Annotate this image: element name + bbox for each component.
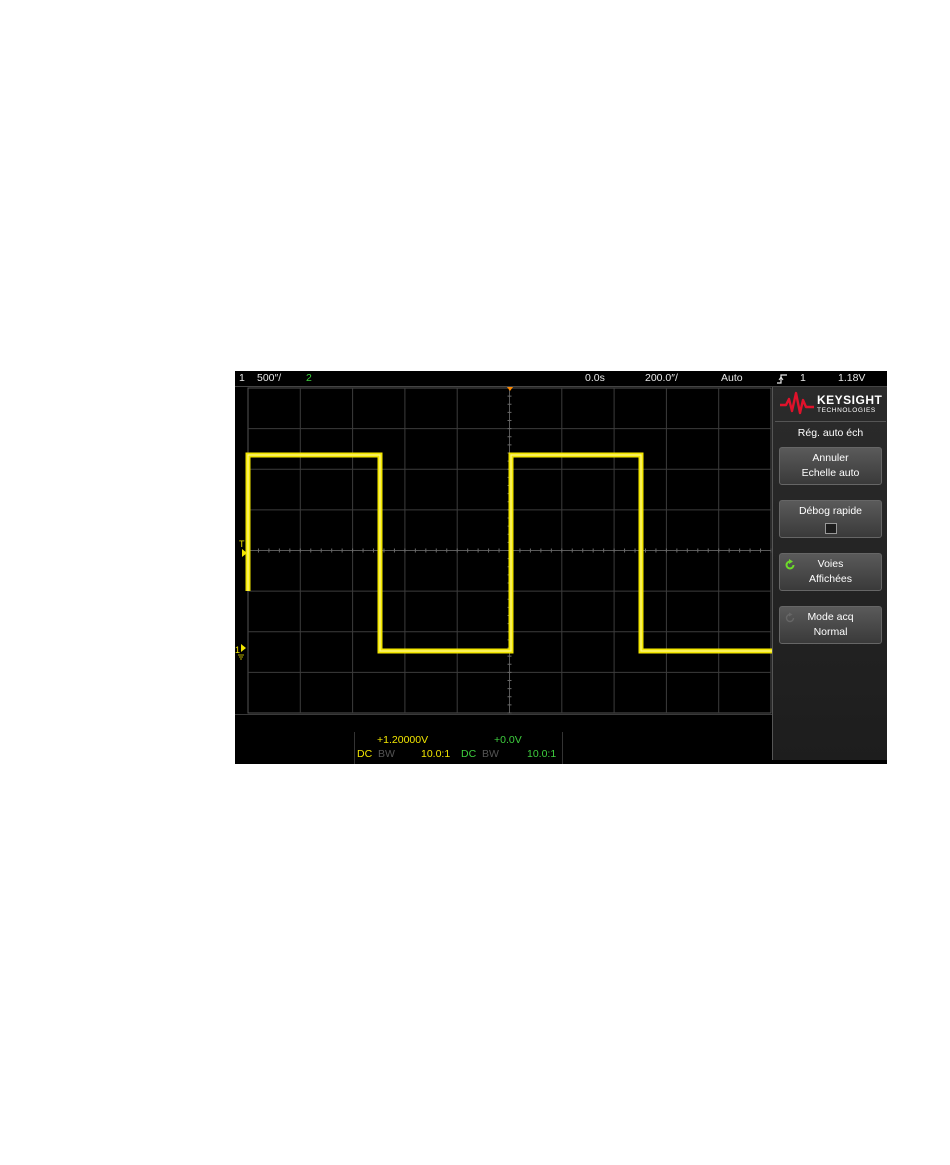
ground-symbol-icon (238, 654, 244, 660)
undo-autoscale-button[interactable]: Annuler Echelle auto (779, 447, 882, 485)
fast-debug-button[interactable]: Débog rapide (779, 500, 882, 538)
softkey-sublabel: Normal (813, 626, 848, 638)
softkey-label: Débog rapide (798, 505, 863, 517)
ground-marker-label: 1 (235, 645, 240, 655)
channel2-probe: 10.0:1 (527, 748, 557, 760)
channel2-indicator[interactable]: 2 (306, 371, 312, 386)
channel2-coupling: DC (461, 748, 477, 760)
softkey-label: Mode acq (807, 611, 854, 623)
trigger-level-marker-label: T (239, 539, 245, 549)
acquisition-mode-button[interactable]: Mode acq Normal (779, 606, 882, 644)
softkey-menu: KEYSIGHT TECHNOLOGIES Rég. auto éch Annu… (772, 387, 887, 760)
channel1-coupling: DC (357, 748, 373, 760)
trigger-level[interactable]: 1.18V (838, 371, 865, 386)
channels-displayed-button[interactable]: Voies Affichées (779, 553, 882, 591)
brand-subtitle: TECHNOLOGIES (817, 407, 876, 414)
channel2-bw-limit: BW (482, 748, 499, 760)
divider (562, 732, 563, 764)
channel1-indicator[interactable]: 1 (239, 371, 245, 386)
softkey-sublabel: Affichées (809, 573, 852, 585)
trigger-position-marker (507, 387, 513, 391)
oscilloscope-screen: 1 500″/ 2 0.0s 200.0″/ Auto 1 1.18V T 1 … (235, 371, 887, 764)
channel2-offset[interactable]: +0.0V (494, 734, 522, 746)
ground-marker[interactable] (241, 644, 246, 652)
keysight-logo: KEYSIGHT TECHNOLOGIES (777, 391, 885, 417)
trigger-source[interactable]: 1 (800, 371, 806, 386)
divider (775, 421, 886, 422)
softkey-label: Voies (817, 558, 844, 570)
softkey-sublabel: Echelle auto (801, 467, 860, 479)
channel1-waveform (245, 452, 772, 654)
trigger-mode[interactable]: Auto (721, 371, 743, 386)
softkey-label: Annuler (812, 452, 849, 464)
divider (354, 732, 355, 764)
channel1-probe: 10.0:1 (421, 748, 451, 760)
time-scale[interactable]: 200.0″/ (645, 371, 678, 386)
brand-name: KEYSIGHT (817, 393, 883, 407)
checkbox-icon[interactable] (825, 523, 837, 534)
menu-title: Rég. auto éch (797, 427, 864, 439)
channel1-offset[interactable]: +1.20000V (377, 734, 428, 746)
keysight-wave-icon (780, 391, 814, 415)
waveform-display: T 1 (235, 387, 772, 714)
time-delay[interactable]: 0.0s (585, 371, 605, 386)
channel1-bw-limit: BW (378, 748, 395, 760)
channel1-scale[interactable]: 500″/ (257, 371, 281, 386)
channel-info-bar: +1.20000V +0.0V DC BW 10.0:1 DC BW 10.0:… (235, 714, 772, 764)
status-bar: 1 500″/ 2 0.0s 200.0″/ Auto 1 1.18V (235, 371, 887, 387)
